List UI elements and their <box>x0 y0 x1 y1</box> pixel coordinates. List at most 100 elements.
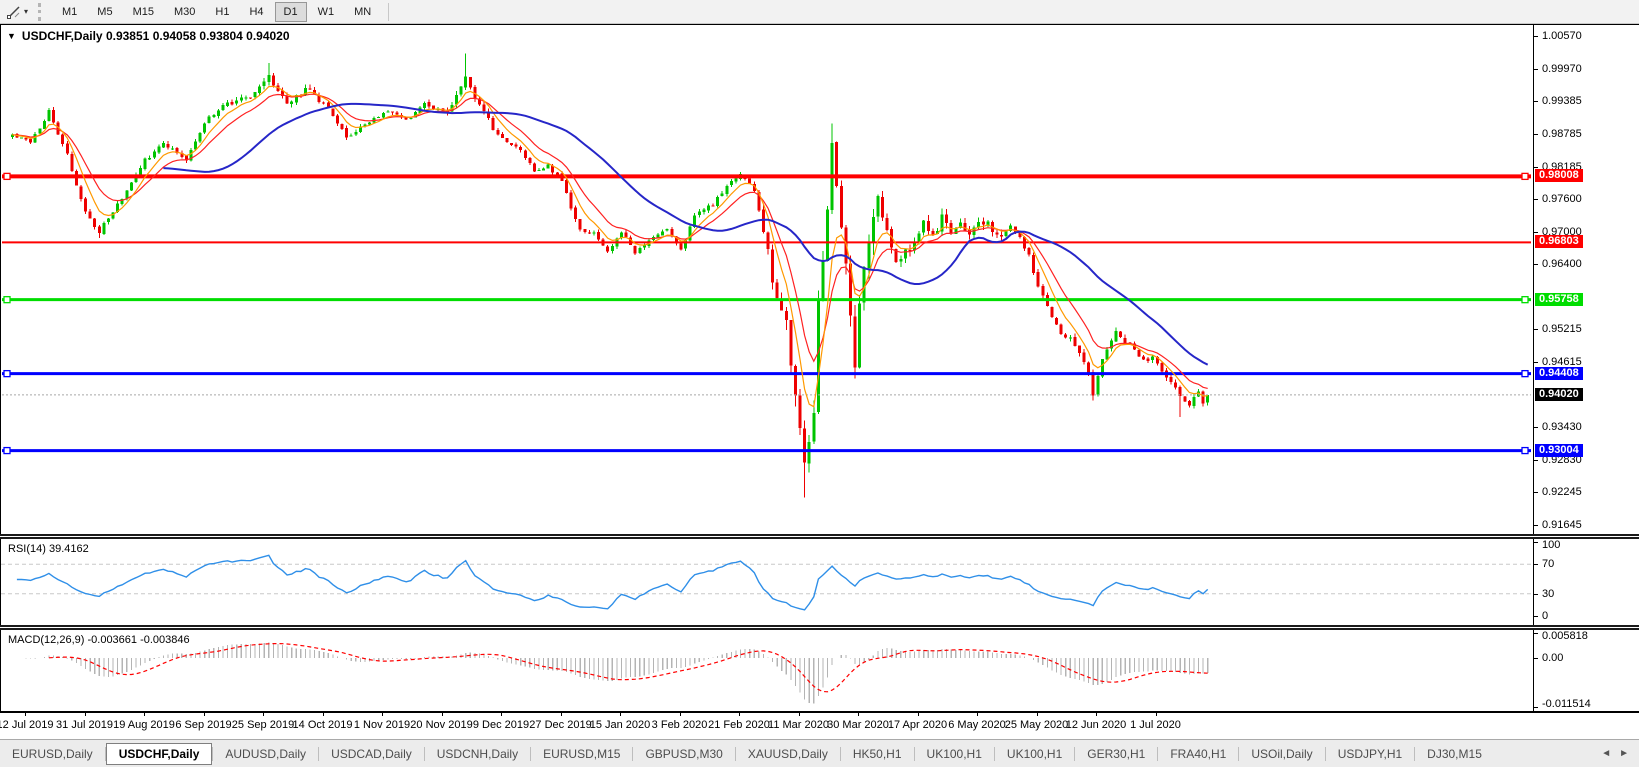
rsi-value: 39.4162 <box>48 543 89 555</box>
chart-tab-fra40-h1[interactable]: FRA40,H1 <box>1158 743 1238 765</box>
chart-tab-usdchf-daily[interactable]: USDCHF,Daily <box>105 742 213 765</box>
ohlc-open: 0.93851 <box>105 29 150 43</box>
date-label: 20 Nov 2019 <box>410 719 473 731</box>
ohlc-low: 0.93804 <box>199 29 243 43</box>
main-chart-pane[interactable]: ▼ USDCHF,Daily 0.93851 0.94058 0.93804 0.… <box>0 25 1639 534</box>
date-label: 15 Jan 2020 <box>589 719 651 731</box>
chart-symbol: USDCHF,Daily <box>21 29 103 43</box>
price-tick <box>1534 68 1538 70</box>
tab-scroll-left-icon[interactable]: ◄ <box>1601 748 1611 759</box>
date-label: 6 Sep 2019 <box>175 719 232 731</box>
date-tick <box>739 713 740 716</box>
chart-tab-hk50-h1[interactable]: HK50,H1 <box>841 743 914 765</box>
price-tick <box>1534 36 1538 37</box>
date-label: 27 Dec 2019 <box>529 719 592 731</box>
macd-tick-label: -0.011514 <box>1542 698 1591 710</box>
chart-tab-ger30-h1[interactable]: GER30,H1 <box>1075 743 1157 765</box>
price-tick-label: 0.99385 <box>1542 94 1582 107</box>
chart-tab-usoil-daily[interactable]: USOil,Daily <box>1239 743 1324 765</box>
date-label: 17 Apr 2020 <box>887 719 948 731</box>
chart-tab-usdcad-daily[interactable]: USDCAD,Daily <box>319 743 424 765</box>
chart-tab-usdcnh-daily[interactable]: USDCNH,Daily <box>425 743 530 765</box>
timeframe-button-w1[interactable]: W1 <box>309 2 344 22</box>
macd-label: MACD(12,26,9) -0.003661 -0.003846 <box>8 634 190 646</box>
date-label: 21 Feb 2020 <box>708 719 770 731</box>
chart-tab-bar: EURUSD,Daily USDCHF,Daily AUDUSD,Daily USDC… <box>0 739 1639 767</box>
date-label: 3 Feb 2020 <box>651 719 708 731</box>
macd-name: MACD(12,26,9) <box>8 634 85 646</box>
date-tick <box>1155 713 1157 716</box>
date-tick <box>144 713 145 716</box>
price-tick <box>1534 329 1538 331</box>
timeframe-button-d1[interactable]: D1 <box>274 1 307 22</box>
date-tick <box>1096 713 1097 716</box>
tab-scroll-right-icon[interactable]: ► <box>1619 748 1629 759</box>
rsi-axis: 100 70 30 0 <box>1533 539 1639 625</box>
chart-tab-eurusd-m15[interactable]: EURUSD,M15 <box>531 743 632 765</box>
date-label: 31 Jul 2019 <box>56 719 113 731</box>
timeframe-button-m5[interactable]: M5 <box>88 2 121 22</box>
rsi-tick <box>1534 564 1538 566</box>
date-label: 12 Jun 2020 <box>1065 719 1127 731</box>
timeframe-button-m1[interactable]: M1 <box>53 2 86 22</box>
timeframe-button-h1[interactable]: H1 <box>206 2 238 22</box>
price-tick <box>1534 427 1538 429</box>
rsi-tick-label: 70 <box>1542 558 1555 571</box>
chart-tab-uk100-h1[interactable]: UK100,H1 <box>995 743 1074 765</box>
line-price-tag: 0.93004 <box>1535 443 1583 457</box>
date-tick <box>203 713 205 716</box>
pointer-tool-icon <box>7 5 20 19</box>
price-tick <box>1534 525 1538 527</box>
timeframe-button-m15[interactable]: M15 <box>124 2 163 22</box>
rsi-tick <box>1534 593 1538 595</box>
date-tick <box>322 713 324 716</box>
chart-tab-eurusd-daily[interactable]: EURUSD,Daily <box>0 743 105 765</box>
rsi-label: RSI(14) 39.4162 <box>8 543 89 555</box>
price-tick <box>1534 100 1538 102</box>
chart-tab-gbpusd-m30[interactable]: GBPUSD,M30 <box>633 743 734 765</box>
chart-tab-usdjpy-h1[interactable]: USDJPY,H1 <box>1326 743 1414 765</box>
date-label: 9 Dec 2019 <box>472 719 530 731</box>
chart-tab-audusd-daily[interactable]: AUDUSD,Daily <box>213 743 318 765</box>
date-label: 19 Aug 2019 <box>113 719 175 731</box>
date-label: 1 Jul 2020 <box>1130 719 1181 731</box>
macd-value-signal: -0.003846 <box>140 634 190 646</box>
price-tick-label: 0.97600 <box>1542 192 1582 205</box>
date-tick <box>501 713 502 716</box>
date-tick <box>620 713 621 716</box>
price-tick <box>1534 460 1538 462</box>
chart-tab-dj30-m15[interactable]: DJ30,M15 <box>1415 743 1494 765</box>
candlestick-plot[interactable] <box>1 25 1533 534</box>
timeframe-button-mn[interactable]: MN <box>345 2 380 22</box>
rsi-pane[interactable]: RSI(14) 39.4162 100 70 30 0 <box>0 539 1639 625</box>
toolbar-drag-handle[interactable] <box>38 2 44 21</box>
chart-tab-xauusd-daily[interactable]: XAUUSD,Daily <box>736 743 840 765</box>
price-tick-label: 0.95215 <box>1542 323 1582 336</box>
macd-plot[interactable] <box>1 630 1533 712</box>
rsi-plot[interactable] <box>1 539 1533 625</box>
date-label: 25 May 2020 <box>1004 719 1069 731</box>
macd-axis: 0.005818 0.00 -0.011514 <box>1533 630 1639 711</box>
price-tick <box>1534 133 1538 135</box>
date-label: 11 Mar 2020 <box>768 719 829 731</box>
macd-tick <box>1534 657 1538 659</box>
date-label: 14 Oct 2019 <box>292 719 353 731</box>
date-tick <box>560 713 562 716</box>
timeframe-button-h4[interactable]: H4 <box>240 2 272 22</box>
tab-scroll-buttons: ◄ ► <box>1601 748 1639 759</box>
date-tick <box>84 713 86 716</box>
timeframe-button-m30[interactable]: M30 <box>165 2 204 22</box>
current-price-tag: 0.94020 <box>1535 387 1583 401</box>
price-tick <box>1534 231 1538 233</box>
timeframe-buttons: M1 M5 M15 M30 H1 H4 D1 W1 MN <box>52 1 381 22</box>
chart-tab-uk100-h1[interactable]: UK100,H1 <box>915 743 994 765</box>
price-tick-label: 0.93430 <box>1542 421 1582 434</box>
tab-list: EURUSD,Daily USDCHF,Daily AUDUSD,Daily USDC… <box>0 742 1494 765</box>
pointer-tool-button[interactable]: ▾ <box>0 4 32 20</box>
price-tick-label: 0.98785 <box>1542 127 1582 140</box>
price-tick <box>1534 492 1538 494</box>
line-price-tag: 0.96803 <box>1535 235 1583 249</box>
macd-pane[interactable]: MACD(12,26,9) -0.003661 -0.003846 0.0058… <box>0 630 1639 712</box>
date-tick <box>917 713 919 716</box>
date-tick <box>977 713 978 716</box>
